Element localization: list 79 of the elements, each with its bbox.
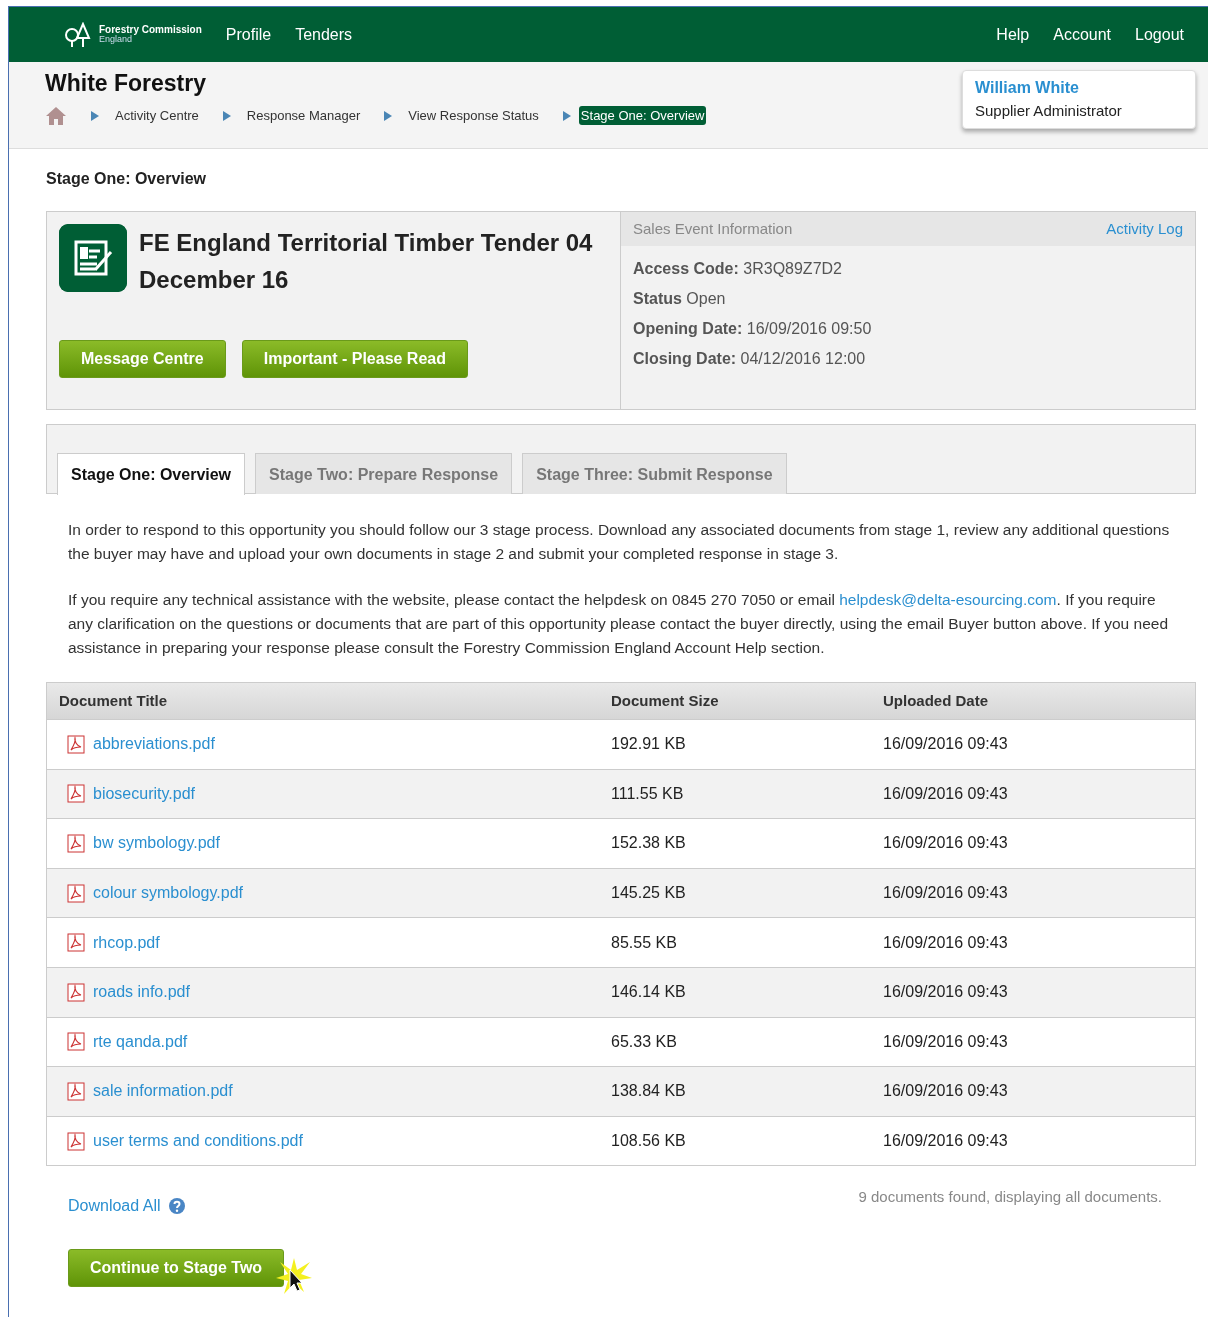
table-cell-text: 16/09/2016 09:43 — [883, 1081, 1008, 1102]
pdf-icon — [67, 1131, 85, 1151]
document-edit-icon — [59, 224, 127, 292]
document-link[interactable]: user terms and conditions.pdf — [93, 1129, 303, 1154]
table-cell-text: 85.55 KB — [611, 932, 678, 953]
table-cell-text: 108.56 KB — [611, 1131, 687, 1152]
pdf-icon — [67, 784, 85, 804]
document-link[interactable]: roads info.pdf — [93, 980, 190, 1005]
breadcrumb-arrow-icon — [384, 110, 393, 121]
logo-subtext: England — [99, 35, 133, 44]
event-button[interactable]: Important - Please Read — [241, 340, 468, 378]
table-cell-text: 16/09/2016 09:43 — [883, 1031, 1008, 1052]
user-name[interactable]: William White — [975, 76, 1183, 100]
document-link[interactable]: rte qanda.pdf — [93, 1029, 188, 1054]
continue-button[interactable]: Continue to Stage Two — [68, 1249, 285, 1288]
event-title: FE England Territorial Timber Tender 04 December 16 — [139, 228, 594, 295]
document-link[interactable]: colour symbology.pdf — [93, 881, 243, 906]
table-cell-text: 138.84 KB — [611, 1081, 687, 1102]
pdf-icon — [67, 1081, 85, 1101]
nav-link[interactable]: Help — [996, 22, 1030, 47]
breadcrumb-arrow-icon — [562, 110, 571, 121]
stage-tab[interactable]: Stage One: Overview — [57, 453, 246, 495]
table-cell-text: 152.38 KB — [611, 833, 687, 854]
document-link[interactable]: sale information.pdf — [93, 1079, 233, 1104]
table-cell-text: 111.55 KB — [611, 783, 685, 804]
breadcrumb-arrow-icon — [222, 110, 231, 121]
table-cell-text: 16/09/2016 09:43 — [883, 833, 1008, 854]
table-cell-text: 16/09/2016 09:43 — [883, 1131, 1008, 1152]
home-icon[interactable] — [45, 105, 67, 126]
breadcrumb-arrow-icon — [91, 110, 99, 121]
stage-tab[interactable]: Stage Two: Prepare Response — [255, 453, 513, 494]
table-cell-text: 192.91 KB — [611, 734, 687, 755]
breadcrumb-link[interactable]: Activity Centre — [115, 105, 199, 126]
pdf-icon — [67, 982, 85, 1002]
email-link[interactable]: helpdesk@delta-esourcing.com — [839, 591, 1057, 608]
document-link[interactable]: bw symbology.pdf — [93, 831, 220, 856]
table-cell-text: 16/09/2016 09:43 — [883, 883, 1008, 904]
table-cell-text: 146.14 KB — [611, 982, 687, 1003]
document-link[interactable]: biosecurity.pdf — [93, 781, 195, 806]
event-button[interactable]: Message Centre — [59, 340, 226, 378]
download-all-link[interactable]: Download All — [68, 1194, 161, 1219]
pdf-icon — [67, 883, 85, 903]
sales-info-heading: Sales Event Information — [633, 218, 793, 239]
nav-link[interactable]: Profile — [225, 22, 272, 47]
info-field: Access Code: 3R3Q89Z7D2 — [633, 258, 1195, 279]
help-icon[interactable] — [168, 1198, 185, 1215]
results-summary: 9 documents found, displaying all documents. — [858, 1187, 1162, 1208]
breadcrumb-link[interactable]: Response Manager — [246, 105, 361, 126]
page-title: Stage One: Overview — [46, 169, 208, 189]
nav-link[interactable]: Account — [1053, 22, 1112, 47]
table-cell-text: 16/09/2016 09:43 — [883, 783, 1008, 804]
table-cell-text: 65.33 KB — [611, 1031, 678, 1052]
info-field: Opening Date: 16/09/2016 09:50 — [633, 318, 1195, 339]
table-cell-text: 16/09/2016 09:43 — [883, 982, 1008, 1003]
table-cell-text: 16/09/2016 09:43 — [883, 734, 1008, 755]
document-link[interactable]: abbreviations.pdf — [93, 732, 215, 757]
pdf-icon — [67, 834, 85, 853]
pdf-icon — [67, 734, 85, 754]
pdf-icon — [67, 933, 85, 953]
company-name: White Forestry — [45, 70, 208, 98]
activity-log-link[interactable]: Activity Log — [1106, 217, 1183, 241]
nav-link[interactable]: Tenders — [295, 22, 353, 47]
breadcrumb-link[interactable]: Stage One: Overview — [578, 105, 707, 126]
info-field: Closing Date: 04/12/2016 12:00 — [633, 348, 1195, 369]
document-link[interactable]: rhcop.pdf — [93, 930, 160, 955]
table-cell-text: 145.25 KB — [611, 883, 687, 904]
pdf-icon — [67, 1032, 85, 1052]
stage-tab[interactable]: Stage Three: Submit Response — [522, 453, 787, 494]
table-cell-text: 16/09/2016 09:43 — [883, 932, 1008, 953]
logo-text: Forestry Commission — [99, 25, 202, 35]
column-header: Document Title — [58, 690, 169, 711]
breadcrumb-link[interactable]: View Response Status — [408, 105, 539, 126]
intro-paragraph: In order to respond to this opportunity you should follow our 3 stage process. Download any associated documents from stage 1, review any additional questions the buyer may have and upload your own documents in stage 2 and submit your completed response in stage 3. — [68, 520, 1171, 564]
nav-link[interactable]: Logout — [1135, 22, 1184, 47]
user-role: Supplier Administrator — [975, 101, 1123, 121]
column-header: Document Size — [611, 690, 720, 711]
column-header: Uploaded Date — [883, 690, 988, 711]
help-paragraph: If you require any technical assistance with the website, please contact the helpdesk on 0845 270 7050 or email helpdesk@delta-esourcing.com. If you require any clarification on the questions or documents that are part of this opportunity please contact the buyer directly, using the email Buyer button above. If you need assistance in preparing your response please consult the Forestry Commission England Account Help section. — [68, 590, 1169, 658]
info-field: Status Open — [633, 288, 1195, 309]
